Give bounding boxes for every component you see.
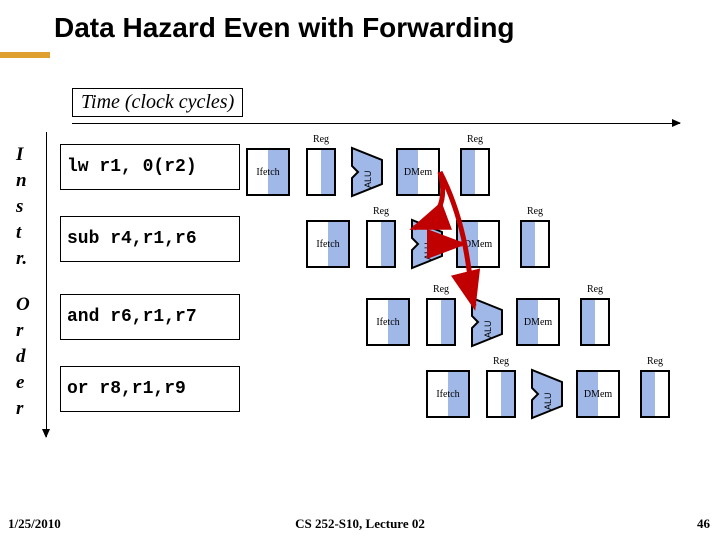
instr-box-3: or r8,r1,r9	[60, 366, 240, 412]
stage-r1-reg1: Reg	[366, 220, 396, 268]
stage-r1-dmem: DMem	[456, 220, 500, 268]
page-title: Data Hazard Even with Forwarding	[54, 12, 515, 44]
ifetch-label: Ifetch	[256, 167, 279, 178]
stage-r1-reg2: Reg	[520, 220, 550, 268]
instr-order-arrow	[46, 132, 47, 437]
stage-r2-ifetch: Ifetch	[366, 298, 410, 346]
stage-r1-alu: ALU	[410, 218, 444, 270]
time-axis-arrow	[72, 123, 680, 124]
stage-r2-alu: ALU	[470, 296, 504, 348]
vertical-label-order: O r d e r	[16, 292, 30, 422]
stage-r3-dmem: DMem	[576, 370, 620, 418]
footer-page: 46	[697, 516, 710, 532]
stage-r3-reg2: Reg	[640, 370, 670, 418]
stage-r0-alu: ALU	[350, 146, 384, 198]
reg-label: Reg	[306, 134, 336, 145]
accent-bar	[0, 52, 50, 58]
stage-r1-ifetch: Ifetch	[306, 220, 350, 268]
instr-box-1: sub r4,r1,r6	[60, 216, 240, 262]
footer-center: CS 252-S10, Lecture 02	[0, 516, 720, 532]
alu-label: ALU	[363, 170, 373, 188]
dmem-label: DMem	[404, 167, 432, 178]
stage-r3-reg1: Reg	[486, 370, 516, 418]
stage-r0-ifetch: Ifetch	[246, 148, 290, 196]
stage-r2-reg2: Reg	[580, 298, 610, 346]
instr-box-2: and r6,r1,r7	[60, 294, 240, 340]
stage-r2-dmem: DMem	[516, 298, 560, 346]
stage-r2-reg1: Reg	[426, 298, 456, 346]
stage-r0-reg1: Reg	[306, 148, 336, 196]
stage-r3-alu: ALU	[530, 368, 564, 420]
hazard-arrows	[0, 0, 720, 540]
time-axis-label: Time (clock cycles)	[72, 88, 243, 117]
stage-r0-dmem: DMem	[396, 148, 440, 196]
stage-r0-reg2: Reg	[460, 148, 490, 196]
vertical-label-instr: I n s t r.	[16, 142, 27, 272]
stage-r3-ifetch: Ifetch	[426, 370, 470, 418]
reg-label-wb: Reg	[460, 134, 490, 145]
instr-box-0: lw r1, 0(r2)	[60, 144, 240, 190]
